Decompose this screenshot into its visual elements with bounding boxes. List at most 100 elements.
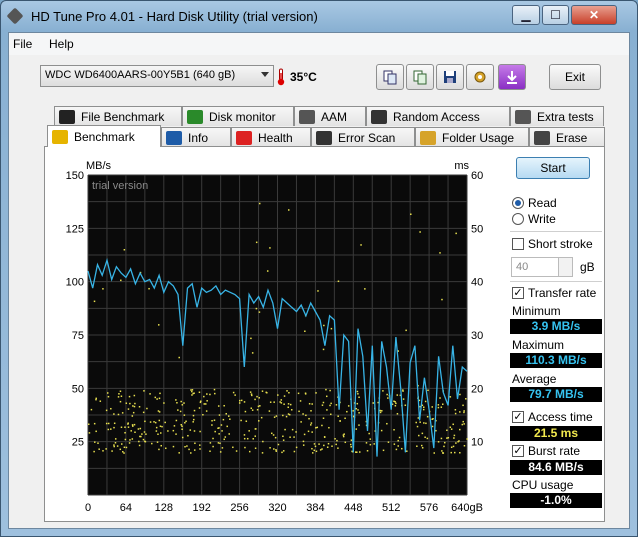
menu-help[interactable]: Help bbox=[49, 37, 74, 51]
access-time-point bbox=[393, 400, 395, 403]
access-time-point bbox=[465, 398, 467, 400]
write-radio[interactable] bbox=[512, 213, 524, 225]
title-bar[interactable]: HD Tune Pro 4.01 - Hard Disk Utility (tr… bbox=[1, 1, 637, 31]
access-time-point bbox=[440, 406, 443, 408]
access-time-point bbox=[289, 403, 292, 406]
benchmark-panel: MB/s ms 150 125 100 75 50 25 60 50 40 30 20 10 0 64 128 1… bbox=[44, 146, 605, 522]
tab-random-access-icon bbox=[371, 109, 387, 124]
tab-extra-tests[interactable]: Extra tests bbox=[510, 106, 604, 126]
save-button[interactable] bbox=[436, 64, 464, 90]
tab-file-benchmark-icon bbox=[59, 109, 75, 124]
x-tick-label: 384 bbox=[306, 502, 324, 514]
tab-file-benchmark[interactable]: File Benchmark bbox=[54, 106, 182, 126]
access-time-point bbox=[355, 451, 357, 453]
access-time-point bbox=[133, 394, 136, 397]
tab-info[interactable]: Info bbox=[161, 127, 231, 147]
exit-button[interactable]: Exit bbox=[549, 64, 601, 90]
access-time-point bbox=[262, 440, 264, 443]
access-time-point bbox=[446, 429, 448, 432]
tab-label: Benchmark bbox=[74, 129, 135, 144]
tab-disk-monitor[interactable]: Disk monitor bbox=[182, 106, 294, 126]
tab-erase-icon bbox=[534, 130, 550, 145]
access-time-point bbox=[167, 430, 169, 432]
access-time-point bbox=[111, 450, 113, 452]
options-button[interactable] bbox=[466, 64, 494, 90]
access-time-point bbox=[90, 408, 93, 411]
download-button[interactable] bbox=[498, 64, 526, 90]
minimize-button[interactable]: ▁ bbox=[512, 5, 540, 25]
access-time-point bbox=[398, 436, 401, 439]
tab-folder-usage-icon bbox=[420, 130, 436, 145]
access-time-point bbox=[218, 414, 221, 416]
access-time-point bbox=[266, 270, 269, 272]
access-time-point bbox=[283, 403, 285, 405]
access-time-point bbox=[380, 429, 383, 432]
access-time-point bbox=[275, 449, 277, 451]
tab-health[interactable]: Health bbox=[231, 127, 311, 147]
access-time-point bbox=[352, 410, 354, 412]
access-time-point bbox=[143, 390, 145, 392]
access-time-point bbox=[373, 443, 375, 445]
tab-extra-tests-icon bbox=[515, 109, 531, 124]
y-left-tick-label: 150 bbox=[66, 170, 84, 182]
cpu-usage-value: -1.0% bbox=[510, 493, 602, 508]
tab-benchmark[interactable]: Benchmark bbox=[47, 125, 161, 147]
short-stroke-label: Short stroke bbox=[528, 237, 593, 251]
y-right-tick-label: 20 bbox=[471, 383, 483, 395]
access-time-point bbox=[125, 446, 128, 449]
access-time-point bbox=[142, 411, 145, 414]
start-button[interactable]: Start bbox=[516, 157, 590, 179]
short-stroke-checkbox[interactable] bbox=[512, 238, 524, 250]
access-time-point bbox=[178, 452, 180, 454]
access-time-point bbox=[416, 425, 419, 428]
access-time-point bbox=[356, 390, 359, 393]
access-time-point bbox=[179, 410, 182, 413]
access-time-point bbox=[272, 434, 275, 436]
access-time-point bbox=[158, 419, 161, 422]
transfer-rate-checkbox[interactable]: ✓ bbox=[512, 287, 524, 299]
access-time-point bbox=[107, 395, 110, 398]
tab-error-scan[interactable]: Error Scan bbox=[311, 127, 415, 147]
tab-aam[interactable]: AAM bbox=[294, 106, 366, 126]
access-time-point bbox=[164, 421, 166, 424]
access-time-point bbox=[156, 441, 159, 443]
access-time-point bbox=[343, 433, 345, 435]
access-time-point bbox=[299, 400, 302, 402]
access-time-point bbox=[139, 427, 142, 430]
access-time-point bbox=[133, 405, 136, 408]
access-time-point bbox=[252, 438, 255, 440]
access-time-point bbox=[287, 209, 290, 211]
access-time-point bbox=[113, 413, 115, 415]
copy-all-icon bbox=[413, 70, 427, 85]
tab-random-access[interactable]: Random Access bbox=[366, 106, 510, 126]
copy-all-button[interactable] bbox=[406, 64, 434, 90]
access-time-point bbox=[369, 438, 372, 440]
access-time-point bbox=[189, 429, 192, 431]
tab-folder-usage[interactable]: Folder Usage bbox=[415, 127, 529, 147]
access-time-point bbox=[256, 408, 259, 411]
read-radio[interactable] bbox=[512, 197, 524, 209]
access-time-checkbox[interactable]: ✓ bbox=[512, 411, 524, 423]
access-time-point bbox=[155, 426, 158, 429]
access-time-point bbox=[424, 436, 426, 438]
spinner-arrows-icon[interactable] bbox=[558, 258, 572, 276]
access-time-point bbox=[265, 391, 267, 394]
y-right-tick-label: 60 bbox=[471, 170, 483, 182]
access-time-point bbox=[124, 431, 126, 434]
access-time-point bbox=[284, 428, 286, 431]
access-time-point bbox=[462, 404, 464, 407]
menu-file[interactable]: File bbox=[13, 37, 32, 51]
access-time-point bbox=[132, 405, 134, 407]
access-time-point bbox=[131, 415, 134, 417]
short-stroke-spinner[interactable]: 40 bbox=[511, 257, 573, 277]
access-time-point bbox=[290, 409, 293, 411]
chevron-down-icon bbox=[261, 72, 269, 77]
access-time-point bbox=[432, 417, 434, 420]
tab-erase[interactable]: Erase bbox=[529, 127, 605, 147]
burst-rate-checkbox[interactable]: ✓ bbox=[512, 445, 524, 457]
close-button[interactable]: ✕ bbox=[571, 5, 617, 25]
access-time-point bbox=[344, 417, 346, 420]
maximize-button[interactable]: ☐ bbox=[542, 5, 569, 25]
copy-button[interactable] bbox=[376, 64, 404, 90]
drive-select[interactable]: WDC WD6400AARS-00Y5B1 (640 gB) bbox=[40, 65, 274, 87]
